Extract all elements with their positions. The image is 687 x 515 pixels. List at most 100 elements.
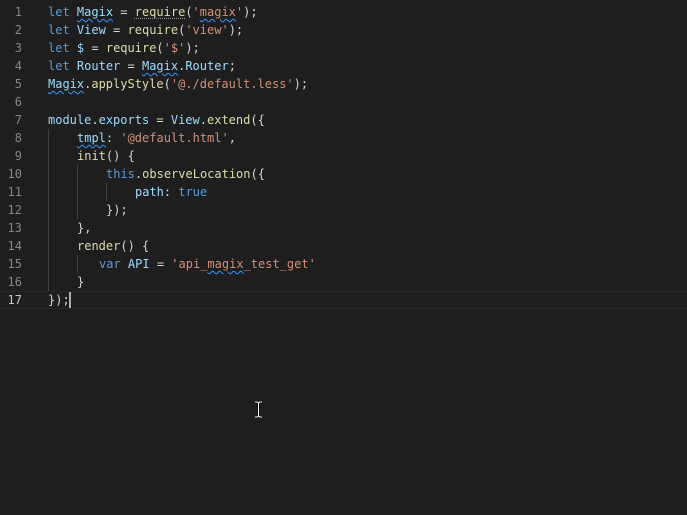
code-line-17[interactable]: 17 }); — [0, 291, 687, 309]
line-number: 13 — [7, 221, 22, 235]
line-number: 3 — [14, 41, 22, 55]
token: this — [106, 167, 135, 181]
token: . — [91, 113, 99, 127]
line-number: 17 — [7, 293, 22, 307]
line-number: 6 — [14, 95, 22, 109]
token: tmpl — [77, 131, 106, 145]
token: '@default.html' — [120, 131, 229, 145]
code-line-16[interactable]: 16 } — [0, 273, 687, 291]
ibeam-cursor-icon — [255, 401, 262, 418]
code-line-5[interactable]: 5 Magix.applyStyle('@./default.less'); — [0, 75, 687, 93]
code-line-12[interactable]: 12 }); — [0, 201, 687, 219]
line-number: 2 — [14, 23, 22, 37]
token: = — [120, 59, 142, 73]
code-line-3[interactable]: 3 let $ = require('$'); — [0, 39, 687, 57]
token: API — [127, 257, 150, 271]
token: Router — [76, 59, 121, 73]
token: ( — [156, 41, 164, 55]
token: ( — [185, 5, 193, 19]
code-line-10[interactable]: 10 this.observeLocation({ — [0, 165, 687, 183]
line-number: 7 — [14, 113, 22, 127]
token: require — [105, 41, 157, 55]
code-line-11[interactable]: 11 path: true — [0, 183, 687, 201]
code-line-15[interactable]: 15 var API = 'api_magix_test_get' — [0, 255, 687, 273]
code-line-14[interactable]: 14 render() { — [0, 237, 687, 255]
token: Magix — [48, 77, 85, 91]
line-number: 11 — [7, 185, 22, 199]
token: observeLocation — [142, 167, 251, 181]
line-number: 14 — [7, 239, 22, 253]
code-line-6[interactable]: 6 — [0, 93, 687, 111]
token: = — [84, 41, 106, 55]
code-text: let Router = Magix.Router; — [48, 57, 236, 75]
token: init — [77, 149, 106, 163]
token: let — [48, 23, 70, 37]
token: '@./default.less' — [170, 77, 294, 91]
code-text: var API = 'api_magix_test_get' — [99, 255, 316, 273]
code-line-9[interactable]: 9 init() { — [0, 147, 687, 165]
token: module — [48, 113, 92, 127]
line-number: 1 — [14, 5, 22, 19]
code-text: }); — [48, 291, 70, 309]
token: '$' — [163, 41, 186, 55]
code-text: this.observeLocation({ — [106, 165, 265, 183]
token: , — [228, 131, 236, 145]
code-line-4[interactable]: 4 let Router = Magix.Router; — [0, 57, 687, 75]
code-text: }, — [77, 219, 91, 237]
token: Magix — [76, 5, 114, 19]
token: }, — [77, 221, 92, 235]
token: extend — [207, 113, 251, 127]
token: () { — [105, 149, 135, 163]
code-line-13[interactable]: 13 }, — [0, 219, 687, 237]
token: . — [199, 113, 207, 127]
line-number: 4 — [14, 59, 22, 73]
code-text: path: true — [135, 183, 207, 201]
code-lines: 1 let Magix = require('magix'); 2 let Vi… — [0, 3, 687, 309]
code-text: tmpl: '@default.html', — [77, 129, 236, 147]
line-number: 8 — [14, 131, 22, 145]
line-number: 12 — [7, 203, 22, 217]
token: = — [149, 113, 171, 127]
token: applyStyle — [91, 77, 164, 91]
token: require — [127, 23, 179, 37]
token: ); — [228, 23, 244, 37]
token: = — [113, 5, 135, 19]
line-number: 9 — [14, 149, 22, 163]
token: let — [48, 41, 70, 55]
token: ; — [228, 59, 236, 73]
token: ' — [192, 5, 200, 19]
token: ( — [163, 77, 171, 91]
code-text: let Magix = require('magix'); — [48, 3, 258, 21]
token: true — [178, 185, 208, 199]
code-editor[interactable]: 1 let Magix = require('magix'); 2 let Vi… — [0, 0, 687, 515]
token: ({ — [250, 113, 265, 127]
code-line-7[interactable]: 7 module.exports = View.extend({ — [0, 111, 687, 129]
text-cursor — [69, 292, 71, 308]
token: let — [48, 5, 70, 19]
token: render — [77, 239, 121, 253]
token: let — [48, 59, 70, 73]
code-text: let View = require('view'); — [48, 21, 243, 39]
token: }); — [48, 293, 70, 307]
token: ({ — [250, 167, 265, 181]
code-line-8[interactable]: 8 tmpl: '@default.html', — [0, 129, 687, 147]
token: _test_get' — [243, 257, 316, 271]
code-text: Magix.applyStyle('@./default.less'); — [48, 75, 308, 93]
code-line-2[interactable]: 2 let View = require('view'); — [0, 21, 687, 39]
token: exports — [98, 113, 150, 127]
token: () { — [120, 239, 150, 253]
token: : — [105, 131, 121, 145]
line-number: 5 — [14, 77, 22, 91]
code-line-1[interactable]: 1 let Magix = require('magix'); — [0, 3, 687, 21]
token: Magix — [141, 59, 179, 73]
token: ); — [185, 41, 200, 55]
token: }); — [106, 203, 128, 217]
token: 'api_ — [171, 257, 208, 271]
token: = — [105, 23, 128, 37]
token: path — [135, 185, 164, 199]
token: ); — [243, 5, 258, 19]
